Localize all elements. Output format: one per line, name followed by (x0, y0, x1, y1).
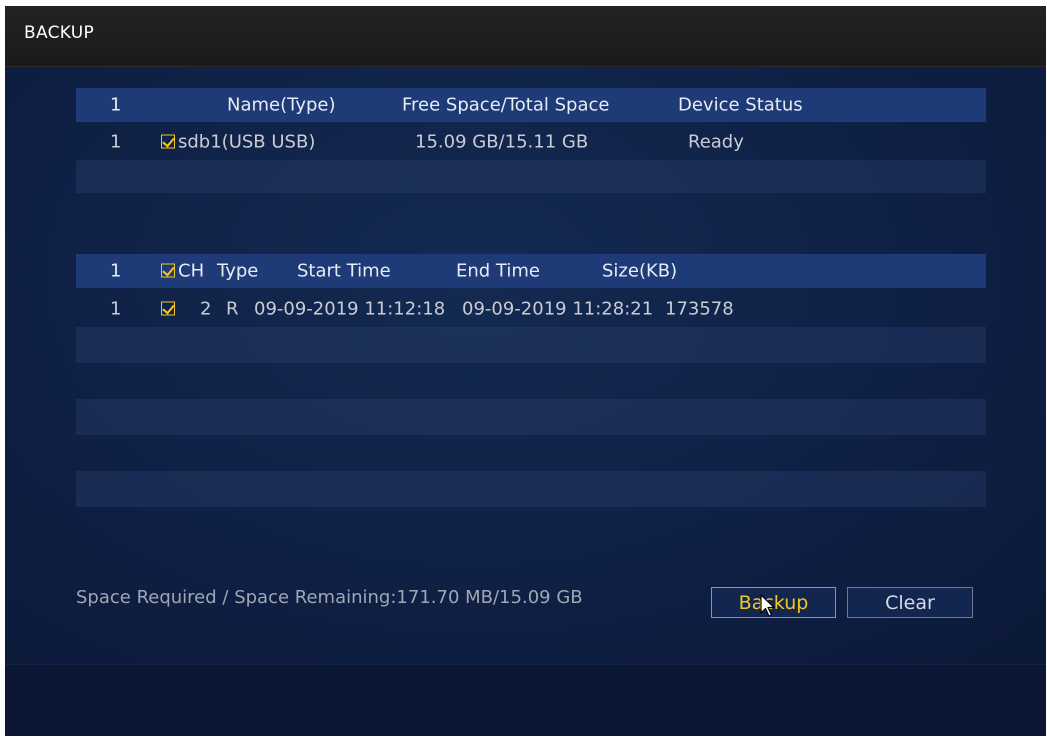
file-row-index: 1 (110, 298, 122, 320)
clear-button[interactable]: Clear (847, 587, 973, 618)
device-header-space[interactable]: Free Space/Total Space (402, 95, 609, 116)
device-row-index: 1 (110, 131, 122, 153)
file-row-empty (76, 471, 986, 507)
device-header-status[interactable]: Device Status (678, 95, 803, 116)
file-header-index[interactable]: 1 (110, 261, 121, 282)
device-row-status: Ready (688, 131, 744, 153)
file-header-ch[interactable]: CH (161, 261, 204, 282)
device-header-index[interactable]: 1 (110, 95, 121, 116)
file-row-empty (76, 507, 986, 543)
device-header-name[interactable]: Name(Type) (227, 95, 336, 116)
checkbox-checked-icon[interactable] (161, 301, 175, 316)
space-required-remaining: Space Required / Space Remaining:171.70 … (76, 587, 583, 608)
file-row-end: 09-09-2019 11:28:21 (462, 298, 654, 320)
file-header-size[interactable]: Size(KB) (602, 261, 677, 282)
file-row-checkbox[interactable] (161, 299, 178, 320)
file-row-empty (76, 363, 986, 399)
checkbox-checked-icon[interactable] (161, 134, 175, 149)
file-row-size: 173578 (665, 298, 734, 320)
device-table: 1 Name(Type) Free Space/Total Space Devi… (76, 88, 986, 228)
file-table: 1 CH Type Start Time End Time Size(KB) 1… (76, 254, 986, 544)
content-area: 1 Name(Type) Free Space/Total Space Devi… (5, 67, 1046, 664)
file-table-header: 1 CH Type Start Time End Time Size(KB) (76, 254, 986, 288)
select-all-checkbox-icon[interactable] (161, 263, 175, 278)
mouse-cursor-icon (760, 594, 775, 617)
file-row-start: 09-09-2019 11:12:18 (254, 298, 446, 320)
backup-window: BACKUP 1 Name(Type) Free Space/Total Spa… (5, 6, 1046, 736)
file-row[interactable]: 1 2 R 09-09-2019 11:12:18 09-09-2019 11:… (76, 291, 986, 327)
file-row-empty (76, 327, 986, 363)
file-row-type: R (226, 298, 239, 320)
device-row-empty (76, 160, 986, 193)
bottom-bar (5, 664, 1046, 736)
device-row-name: sdb1(USB USB) (178, 131, 316, 153)
file-row-ch: 2 (200, 298, 212, 320)
device-row-checkbox-label[interactable]: sdb1(USB USB) (161, 132, 315, 153)
file-header-type[interactable]: Type (217, 261, 258, 282)
file-header-end[interactable]: End Time (456, 261, 540, 282)
device-row-space: 15.09 GB/15.11 GB (415, 131, 589, 153)
device-table-header: 1 Name(Type) Free Space/Total Space Devi… (76, 88, 986, 122)
window-title: BACKUP (24, 23, 95, 43)
file-row-empty (76, 399, 986, 435)
title-bar: BACKUP (5, 6, 1046, 67)
file-header-start[interactable]: Start Time (297, 261, 391, 282)
file-row-empty (76, 435, 986, 471)
device-row[interactable]: 1 sdb1(USB USB) 15.09 GB/15.11 GB Ready (76, 124, 986, 160)
